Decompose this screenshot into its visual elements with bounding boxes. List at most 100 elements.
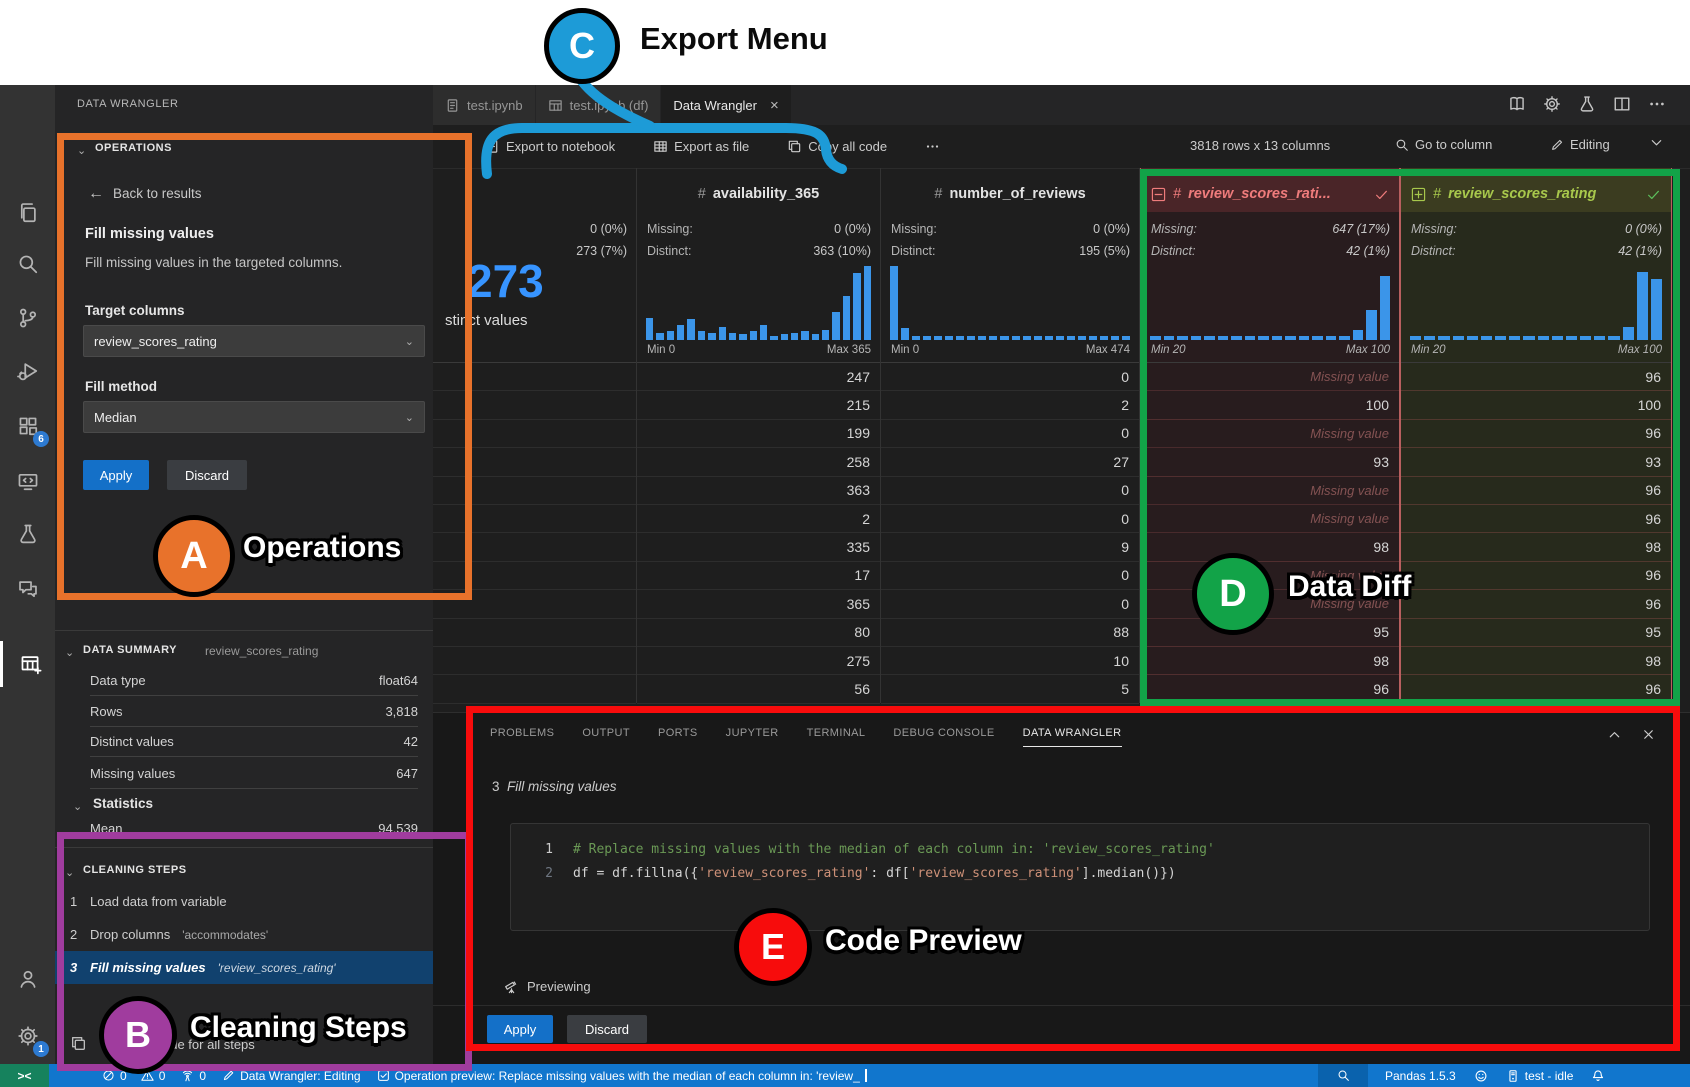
fill-method-select[interactable]: Median ⌄ <box>83 401 425 433</box>
export-as-file-button[interactable]: Export as file <box>653 139 749 154</box>
grid-cell[interactable]: 275 <box>637 647 880 675</box>
code-line-1[interactable]: 1# Replace missing values with the media… <box>511 838 1649 862</box>
editor-action-settings-gear-icon[interactable] <box>1543 95 1561 113</box>
grid-cell[interactable]: 96 <box>1401 477 1671 505</box>
grid-cell[interactable]: 0 <box>881 505 1139 533</box>
panel-apply-button[interactable]: Apply <box>487 1015 553 1043</box>
chevron-down-icon[interactable] <box>1649 135 1664 150</box>
column-histogram[interactable] <box>646 266 871 340</box>
grid-cell[interactable]: 0 <box>881 363 1139 391</box>
cleaning-step-1[interactable]: 1Load data from variable <box>55 885 433 918</box>
grid-cell[interactable] <box>433 391 636 419</box>
wrangler-mode-status[interactable]: Data Wrangler: Editing <box>222 1069 361 1083</box>
operations-section-header[interactable]: OPERATIONS <box>95 142 172 154</box>
grid-cell[interactable]: 96 <box>1401 590 1671 618</box>
grid-cell[interactable]: 27 <box>881 448 1139 476</box>
panel-tab-data-wrangler[interactable]: DATA WRANGLER <box>1023 727 1122 747</box>
code-preview-box[interactable]: 1# Replace missing values with the media… <box>510 823 1650 931</box>
grid-cell[interactable]: 0 <box>881 477 1139 505</box>
grid-cell[interactable]: 335 <box>637 533 880 561</box>
grid-cell[interactable]: 80 <box>637 619 880 647</box>
tab-test-ipynb-df-[interactable]: test.ipynb (df) <box>536 85 662 125</box>
grid-cell[interactable] <box>433 420 636 448</box>
grid-cell[interactable]: 0 <box>881 562 1139 590</box>
column-header[interactable]: #review_scores_rati... <box>1141 180 1399 208</box>
code-line-2[interactable]: 2df = df.fillna({'review_scores_rating':… <box>511 862 1649 886</box>
grid-cell[interactable]: 2 <box>637 505 880 533</box>
grid-cell[interactable]: 93 <box>1141 448 1399 476</box>
kernel-status[interactable]: test - idle <box>1506 1069 1574 1083</box>
grid-cell[interactable]: 96 <box>1401 675 1671 703</box>
cleaning-step-3[interactable]: 3Fill missing values'review_scores_ratin… <box>55 951 433 984</box>
activity-bar-extensions-icon[interactable]: 6 <box>0 403 55 449</box>
data-summary-section-header[interactable]: DATA SUMMARY <box>83 644 177 656</box>
export-to-notebook-button[interactable]: Export to notebook <box>485 139 615 154</box>
grid-cell[interactable]: 2 <box>881 391 1139 419</box>
grid-cell[interactable]: 98 <box>1401 533 1671 561</box>
back-arrow-icon[interactable]: ← <box>88 185 104 203</box>
grid-cell[interactable]: Missing value <box>1141 505 1399 533</box>
cleaning-steps-section-header[interactable]: CLEANING STEPS <box>83 864 187 876</box>
panel-tab-debug-console[interactable]: DEBUG CONSOLE <box>893 727 994 747</box>
activity-bar-comments-icon[interactable] <box>0 566 55 612</box>
grid-cell[interactable]: Missing value <box>1141 420 1399 448</box>
grid-cell[interactable]: 100 <box>1141 391 1399 419</box>
grid-cell[interactable]: 95 <box>1141 619 1399 647</box>
feedback-smiley[interactable] <box>1474 1069 1488 1083</box>
ports-status[interactable]: 0 <box>181 1069 206 1083</box>
discard-button[interactable]: Discard <box>167 460 247 490</box>
grid-cell[interactable]: 96 <box>1141 675 1399 703</box>
panel-tab-terminal[interactable]: TERMINAL <box>807 727 866 747</box>
grid-cell[interactable]: 96 <box>1401 420 1671 448</box>
grid-cell[interactable] <box>433 505 636 533</box>
apply-button[interactable]: Apply <box>83 460 149 490</box>
activity-bar-search-icon[interactable] <box>0 241 55 287</box>
grid-cell[interactable]: 98 <box>1401 647 1671 675</box>
grid-cell[interactable]: 96 <box>1401 505 1671 533</box>
grid-cell[interactable] <box>433 619 636 647</box>
statistics-header[interactable]: Statistics <box>93 796 153 811</box>
grid-cell[interactable]: Missing value <box>1141 363 1399 391</box>
tab-test-ipynb[interactable]: test.ipynb <box>433 85 536 125</box>
editor-action-beaker-icon[interactable] <box>1578 95 1596 113</box>
grid-cell[interactable] <box>433 562 636 590</box>
activity-bar-settings-gear-icon[interactable]: 1 <box>0 1013 55 1059</box>
grid-cell[interactable]: 96 <box>1401 363 1671 391</box>
close-icon[interactable]: × <box>770 97 779 114</box>
column-histogram[interactable] <box>1410 266 1662 340</box>
panel-tab-ports[interactable]: PORTS <box>658 727 698 747</box>
remote-indicator[interactable]: >< <box>0 1064 49 1087</box>
activity-bar-files-icon[interactable] <box>0 190 55 236</box>
operation-preview-status[interactable]: Operation preview: Replace missing value… <box>377 1069 867 1083</box>
column-header[interactable]: #number_of_reviews <box>881 180 1139 208</box>
more-button[interactable] <box>925 139 940 154</box>
grid-cell[interactable] <box>433 363 636 391</box>
grid-cell[interactable]: 96 <box>1401 562 1671 590</box>
grid-cell[interactable]: 9 <box>881 533 1139 561</box>
notifications-bell[interactable] <box>1591 1069 1605 1083</box>
grid-cell[interactable]: 88 <box>881 619 1139 647</box>
panel-discard-button[interactable]: Discard <box>567 1015 647 1043</box>
back-to-results-link[interactable]: Back to results <box>113 186 202 201</box>
editor-action-split-editor-icon[interactable] <box>1613 95 1631 113</box>
column-histogram[interactable] <box>1150 266 1390 340</box>
grid-cell[interactable]: 215 <box>637 391 880 419</box>
activity-bar-account-icon[interactable] <box>0 956 55 1002</box>
grid-cell[interactable]: 98 <box>1141 533 1399 561</box>
grid-cell[interactable]: 56 <box>637 675 880 703</box>
column-histogram[interactable] <box>890 266 1130 340</box>
copy-all-code-button[interactable]: Copy all code <box>787 139 887 154</box>
activity-bar-remote-explorer-icon[interactable] <box>0 458 55 504</box>
column-header[interactable]: #availability_365 <box>637 180 880 208</box>
go-to-column-button[interactable]: Go to column <box>1395 137 1492 152</box>
editor-action-ellipsis-icon[interactable] <box>1648 95 1666 113</box>
activity-bar-data-wrangler-icon[interactable] <box>0 641 58 687</box>
grid-cell[interactable]: 363 <box>637 477 880 505</box>
grid-cell[interactable]: 95 <box>1401 619 1671 647</box>
export-code-icon[interactable] <box>70 1035 87 1052</box>
grid-cell[interactable]: Missing value <box>1141 477 1399 505</box>
panel-tab-jupyter[interactable]: JUPYTER <box>726 727 779 747</box>
grid-cell[interactable]: 100 <box>1401 391 1671 419</box>
activity-bar-run-debug-icon[interactable] <box>0 348 55 394</box>
editor-action-open-preview-icon[interactable] <box>1508 95 1526 113</box>
